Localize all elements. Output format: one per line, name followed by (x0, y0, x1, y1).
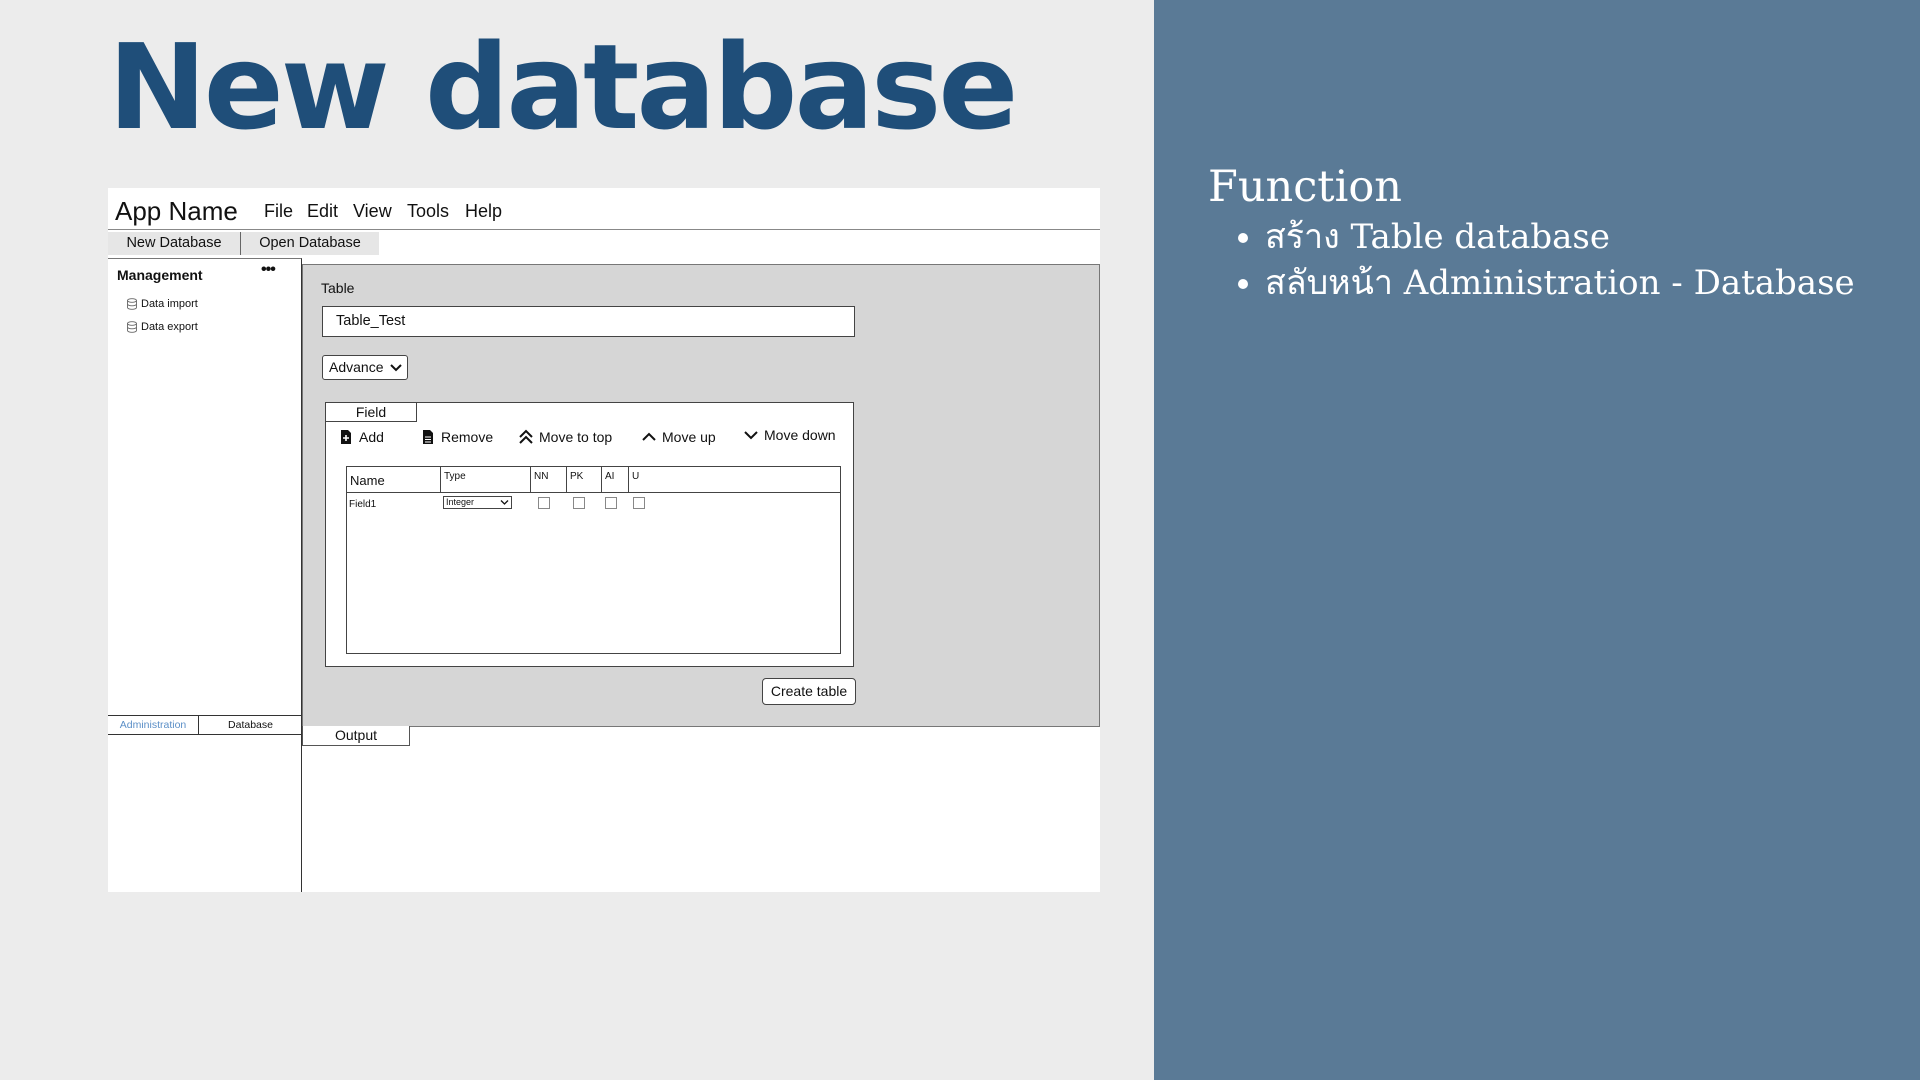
move-up-label: Move up (662, 429, 716, 445)
menu-file[interactable]: File (264, 201, 293, 222)
function-panel: Function สร้าง Table database สลับหน้า A… (1154, 0, 1920, 1080)
remove-label: Remove (441, 429, 494, 445)
field-editor: Field Add Remove Move to top Move up Mov… (325, 402, 854, 667)
chevron-down-icon (500, 500, 509, 505)
ai-checkbox[interactable] (605, 497, 617, 509)
field-grid: Name Type NN PK AI U Field1 Integer (346, 466, 841, 654)
add-field-button[interactable]: Add (338, 429, 384, 445)
data-import-item[interactable]: Data import (126, 298, 198, 310)
grid-header: Name Type NN PK AI U (347, 467, 840, 493)
col-pk: PK (567, 467, 602, 493)
add-label: Add (359, 429, 384, 445)
move-up-button[interactable]: Move up (641, 429, 716, 445)
pk-checkbox[interactable] (573, 497, 585, 509)
move-down-label: Move down (764, 427, 836, 443)
menu-view[interactable]: View (353, 201, 392, 222)
col-type: Type (441, 467, 531, 493)
app-name: App Name (115, 196, 238, 226)
move-to-top-label: Move to top (539, 429, 613, 445)
menu-help[interactable]: Help (465, 201, 502, 222)
add-file-icon (341, 430, 351, 444)
menu-bar: App Name File Edit View Tools Help (108, 188, 1100, 230)
management-title: Management (117, 267, 203, 283)
tab-field[interactable]: Field (326, 403, 417, 422)
tab-output[interactable]: Output (302, 726, 410, 746)
management-sidebar: Management ••• Data import Data export A… (108, 258, 302, 892)
type-value: Integer (446, 497, 475, 507)
move-to-top-button[interactable]: Move to top (518, 429, 612, 445)
table-name-input[interactable]: Table_Test (322, 306, 855, 337)
u-checkbox[interactable] (633, 497, 645, 509)
slide-title: New database (108, 18, 1018, 156)
open-database-tab[interactable]: Open Database (241, 232, 379, 255)
database-icon (127, 298, 137, 310)
col-nn: NN (531, 467, 567, 493)
menu-edit[interactable]: Edit (307, 201, 338, 222)
type-select[interactable]: Integer (443, 496, 512, 509)
table-editor-panel: Table Table_Test Advance Field Add Remov… (302, 264, 1100, 727)
double-chevron-up-icon (519, 429, 533, 444)
remove-field-button[interactable]: Remove (420, 429, 493, 445)
function-item-switch-page: สลับหน้า Administration - Database (1265, 260, 1855, 306)
advance-dropdown[interactable]: Advance (322, 355, 408, 380)
database-icon (127, 321, 137, 333)
data-export-item[interactable]: Data export (126, 321, 198, 333)
field-name-cell[interactable]: Field1 (349, 499, 376, 510)
function-heading: Function (1208, 162, 1402, 212)
tab-database[interactable]: Database (199, 715, 302, 735)
move-down-button[interactable]: Move down (743, 427, 836, 443)
tab-administration[interactable]: Administration (108, 715, 199, 735)
chevron-down-icon (390, 364, 402, 372)
new-database-tab[interactable]: New Database (108, 232, 241, 255)
advance-label: Advance (329, 359, 384, 375)
create-table-button[interactable]: Create table (762, 678, 856, 705)
function-list: สร้าง Table database สลับหน้า Administra… (1265, 214, 1855, 306)
table-label: Table (321, 280, 355, 296)
more-options-icon[interactable]: ••• (261, 261, 276, 279)
col-name: Name (347, 467, 441, 493)
chevron-down-icon (744, 431, 758, 440)
col-ai: AI (602, 467, 629, 493)
app-mockup: App Name File Edit View Tools Help New D… (108, 188, 1100, 892)
menu-tools[interactable]: Tools (407, 201, 449, 222)
chevron-up-icon (642, 432, 656, 441)
data-import-label: Data import (141, 298, 198, 310)
data-export-label: Data export (141, 321, 198, 333)
function-item-create-table: สร้าง Table database (1265, 214, 1855, 260)
remove-file-icon (423, 430, 433, 444)
nn-checkbox[interactable] (538, 497, 550, 509)
col-u: U (632, 471, 640, 482)
